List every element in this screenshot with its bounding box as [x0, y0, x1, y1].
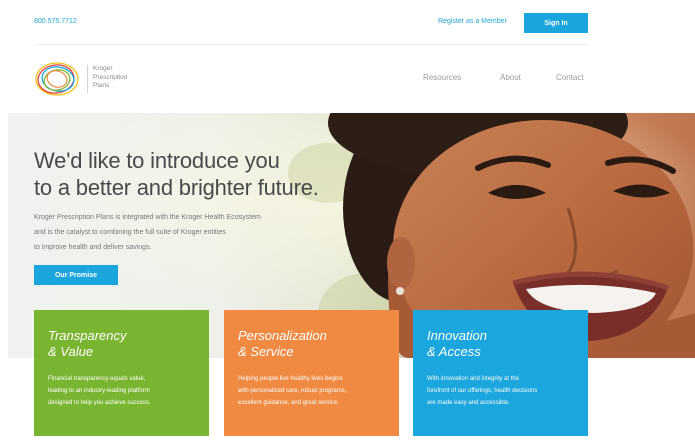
- card-body-line-2: forefront of our offerings, health decis…: [427, 388, 538, 394]
- kroger-rings-logo-icon[interactable]: [32, 59, 84, 99]
- card-body: With innovation and integrity at the for…: [427, 373, 574, 409]
- logo-line-1: Kroger: [93, 65, 113, 72]
- main-navigation: Kroger Prescription Plans Resources Abou…: [0, 45, 695, 113]
- logo-line-3: Plans: [93, 82, 110, 89]
- card-title-line-1: Innovation: [427, 328, 487, 343]
- logo-line-2: Prescription: [93, 73, 128, 81]
- card-body: Helping people live healthy lives begins…: [238, 373, 385, 409]
- value-card-transparency[interactable]: Transparency & Value Financial transpare…: [34, 310, 209, 436]
- card-title: Personalization & Service: [238, 328, 385, 360]
- card-body-line-2: leading to an industry-leading platform: [48, 388, 150, 394]
- card-title-line-2: & Value: [48, 344, 94, 359]
- hero-copy-line-3: to improve health and deliver savings.: [34, 244, 152, 251]
- value-card-personalization[interactable]: Personalization & Service Helping people…: [224, 310, 399, 436]
- phone-link[interactable]: 800.575.7712: [34, 18, 77, 25]
- card-body-line-2: with personalized care, robust programs,: [238, 388, 347, 394]
- nav-item-contact[interactable]: Contact: [556, 73, 584, 82]
- card-title-line-2: & Service: [238, 344, 294, 359]
- card-title: Innovation & Access: [427, 328, 574, 360]
- card-title-line-1: Personalization: [238, 328, 327, 343]
- hero-copy-line-1: Kroger Prescription Plans is integrated …: [34, 214, 261, 221]
- card-title: Transparency & Value: [48, 328, 195, 360]
- card-body-line-3: designed to help you achieve success.: [48, 400, 151, 406]
- card-body-line-1: Helping people live healthy lives begins: [238, 376, 343, 382]
- hero-copy-line-2: and is the catalyst to combining the ful…: [34, 229, 226, 236]
- value-card-innovation[interactable]: Innovation & Access With innovation and …: [413, 310, 588, 436]
- utility-bar: 800.575.7712 Register as a Member Sign I…: [0, 0, 695, 44]
- logo-wordmark: Kroger Prescription Plans: [93, 65, 127, 91]
- hero-headline-line-2: to a better and brighter future.: [34, 175, 319, 200]
- register-link[interactable]: Register as a Member: [438, 18, 507, 25]
- logo-divider: [87, 65, 88, 93]
- nav-item-resources[interactable]: Resources: [423, 73, 461, 82]
- card-title-line-1: Transparency: [48, 328, 127, 343]
- hero-headline: We'd like to introduce you to a better a…: [34, 147, 319, 201]
- card-body-line-1: With innovation and integrity at the: [427, 376, 520, 382]
- card-body-line-3: are made easy and accessible.: [427, 400, 510, 406]
- card-body-line-3: excellent guidance, and great service.: [238, 400, 339, 406]
- card-body-line-1: Financial transparency equals value,: [48, 376, 146, 382]
- nav-item-about[interactable]: About: [500, 73, 521, 82]
- card-body: Financial transparency equals value, lea…: [48, 373, 195, 409]
- our-promise-button[interactable]: Our Promise: [34, 265, 118, 285]
- sign-in-button[interactable]: Sign In: [524, 13, 588, 33]
- card-title-line-2: & Access: [427, 344, 481, 359]
- hero-description: Kroger Prescription Plans is integrated …: [34, 210, 261, 255]
- hero-headline-line-1: We'd like to introduce you: [34, 148, 280, 173]
